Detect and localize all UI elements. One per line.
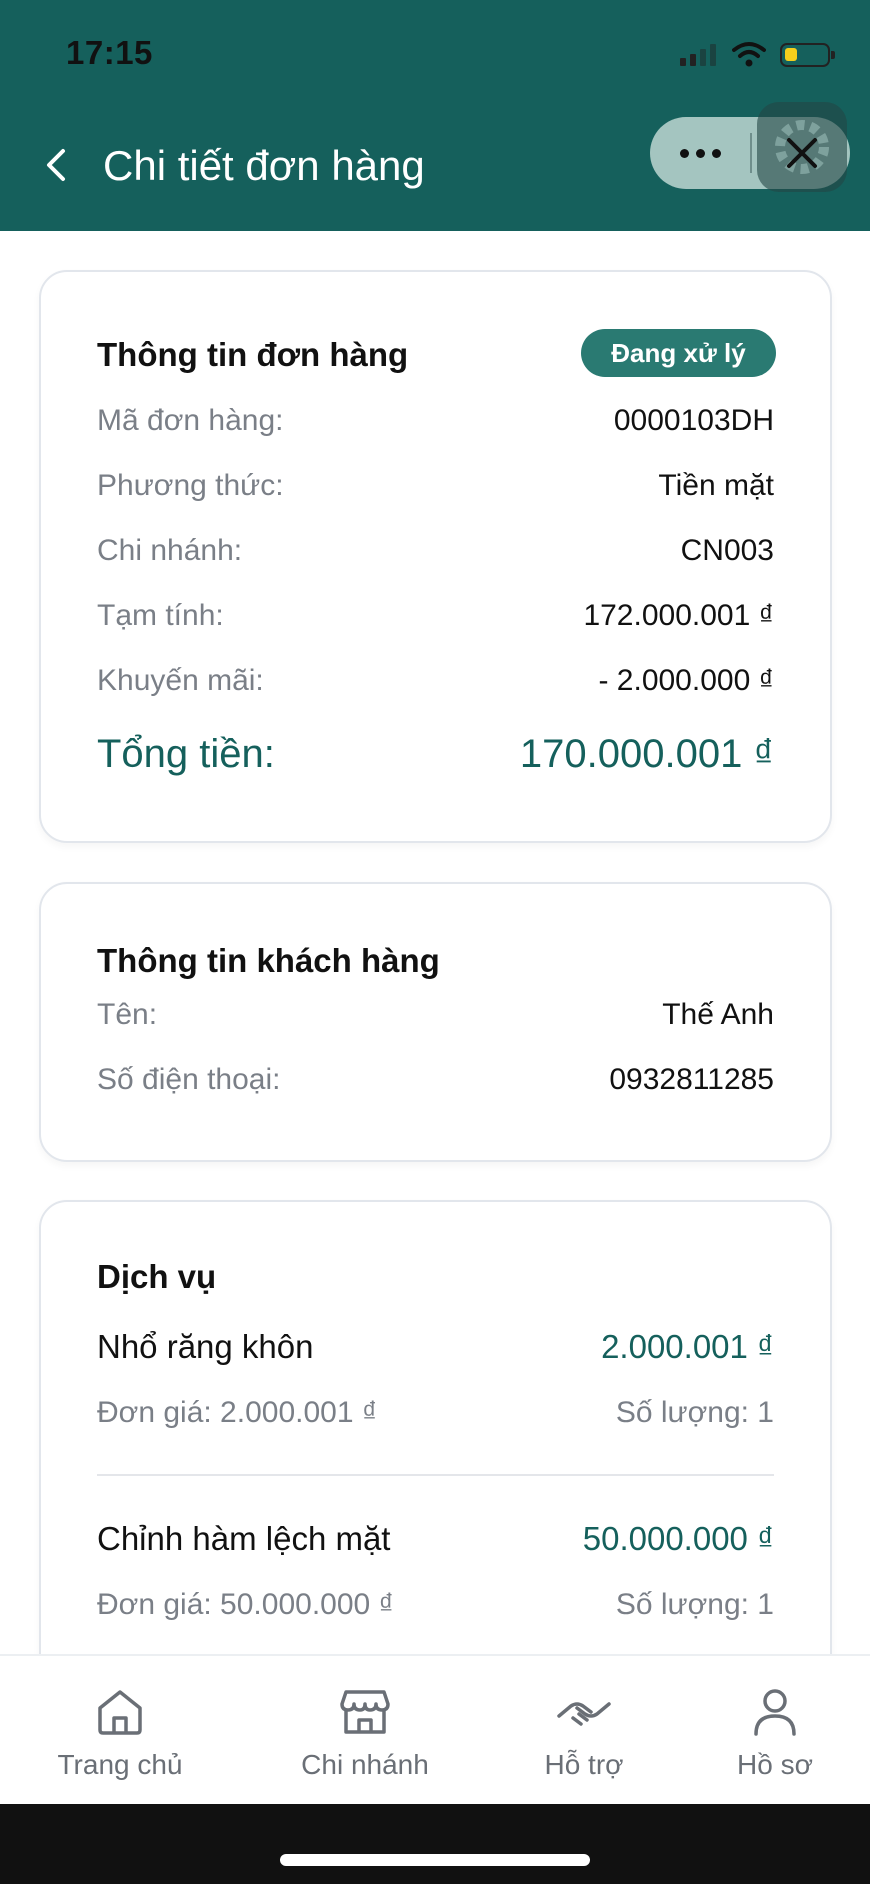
row-label: Tạm tính:: [97, 599, 224, 632]
order-info-title: Thông tin đơn hàng: [97, 336, 409, 373]
nav-label: Hồ sơ: [737, 1749, 813, 1780]
nav-label: Hỗ trợ: [544, 1749, 624, 1780]
row-label: Tên:: [97, 998, 158, 1031]
service-unit-price: Đơn giá: 2.000.001 ₫: [97, 1396, 378, 1429]
row-value: Tiền mặt: [658, 469, 774, 502]
customer-phone-row: Số điện thoại: 0932811285: [97, 1063, 774, 1103]
row-label: Chi nhánh:: [97, 534, 243, 567]
chevron-left-icon: [47, 149, 65, 181]
app-header: 17:15 Chi tiết đơn hàng: [0, 0, 870, 231]
status-badge: Đang xử lý: [581, 329, 776, 377]
service-unit-price: Đơn giá: 50.000.000 ₫: [97, 1588, 394, 1621]
row-value: CN003: [680, 534, 774, 567]
more-button[interactable]: [650, 117, 750, 189]
customer-info-title: Thông tin khách hàng: [97, 942, 440, 979]
payment-method-row: Phương thức: Tiền mặt: [97, 469, 774, 509]
total-value: 170.000.001 ₫: [519, 732, 774, 776]
nav-item-profile[interactable]: Hồ sơ: [685, 1656, 865, 1806]
nav-item-branch[interactable]: Chi nhánh: [275, 1656, 455, 1806]
discount-row: Khuyến mãi: - 2.000.000 ₫: [97, 664, 774, 704]
service-name: Chỉnh hàm lệch mặt: [97, 1520, 391, 1557]
home-icon: [98, 1690, 142, 1735]
row-value: 0000103DH: [613, 404, 774, 437]
order-info-card: Thông tin đơn hàng Đang xử lý Mã đơn hàn…: [39, 270, 832, 843]
nav-item-home[interactable]: Trang chủ: [30, 1656, 210, 1806]
close-icon: [787, 138, 817, 168]
handshake-icon: [557, 1702, 611, 1726]
store-icon: [340, 1690, 390, 1734]
home-indicator[interactable]: [280, 1854, 590, 1866]
service-quantity: Số lượng: 1: [615, 1588, 774, 1621]
nav-item-support[interactable]: Hỗ trợ: [494, 1656, 674, 1806]
total-label: Tổng tiền:: [97, 732, 275, 776]
divider: [97, 1474, 774, 1476]
battery-icon: [780, 43, 835, 67]
row-label: Số điện thoại:: [97, 1063, 281, 1096]
nav-label: Chi nhánh: [301, 1749, 429, 1780]
nav-label: Trang chủ: [57, 1749, 183, 1780]
row-label: Khuyến mãi:: [97, 664, 264, 697]
row-value: 0932811285: [609, 1063, 774, 1096]
service-name: Nhổ răng khôn: [97, 1328, 314, 1365]
row-value: 172.000.001 ₫: [583, 599, 774, 632]
service-price: 50.000.000 ₫: [582, 1520, 774, 1557]
status-time: 17:15: [66, 34, 153, 71]
row-label: Phương thức:: [97, 469, 284, 502]
customer-info-card: Thông tin khách hàng Tên: Thế Anh Số điệ…: [39, 882, 832, 1162]
service-quantity: Số lượng: 1: [615, 1396, 774, 1429]
signal-icon: [680, 40, 720, 70]
row-value: - 2.000.000 ₫: [598, 664, 774, 697]
close-button[interactable]: [760, 120, 844, 186]
row-label: Mã đơn hàng:: [97, 404, 284, 437]
subtotal-row: Tạm tính: 172.000.001 ₫: [97, 599, 774, 639]
user-icon: [754, 1689, 796, 1736]
customer-name-row: Tên: Thế Anh: [97, 998, 774, 1038]
bottom-nav: Trang chủ Chi nhánh Hỗ trợ Hồ sơ: [0, 1654, 870, 1804]
services-card: Dịch vụ Nhổ răng khôn 2.000.001 ₫ Đơn gi…: [39, 1200, 832, 1720]
home-bar-area: [0, 1804, 870, 1884]
order-id-row: Mã đơn hàng: 0000103DH: [97, 404, 774, 444]
page-title: Chi tiết đơn hàng: [103, 142, 425, 189]
service-price: 2.000.001 ₫: [601, 1328, 774, 1365]
back-button[interactable]: [36, 140, 76, 190]
row-value: Thế Anh: [662, 998, 774, 1031]
branch-row: Chi nhánh: CN003: [97, 534, 774, 574]
services-title: Dịch vụ: [97, 1258, 217, 1295]
wifi-icon: [732, 42, 766, 67]
